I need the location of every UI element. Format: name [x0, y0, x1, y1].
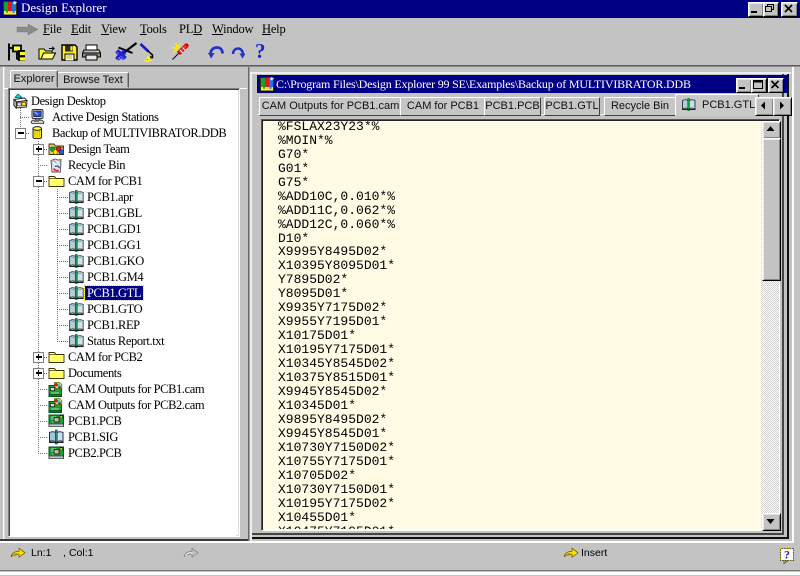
svg-text:?: ? [784, 548, 790, 562]
